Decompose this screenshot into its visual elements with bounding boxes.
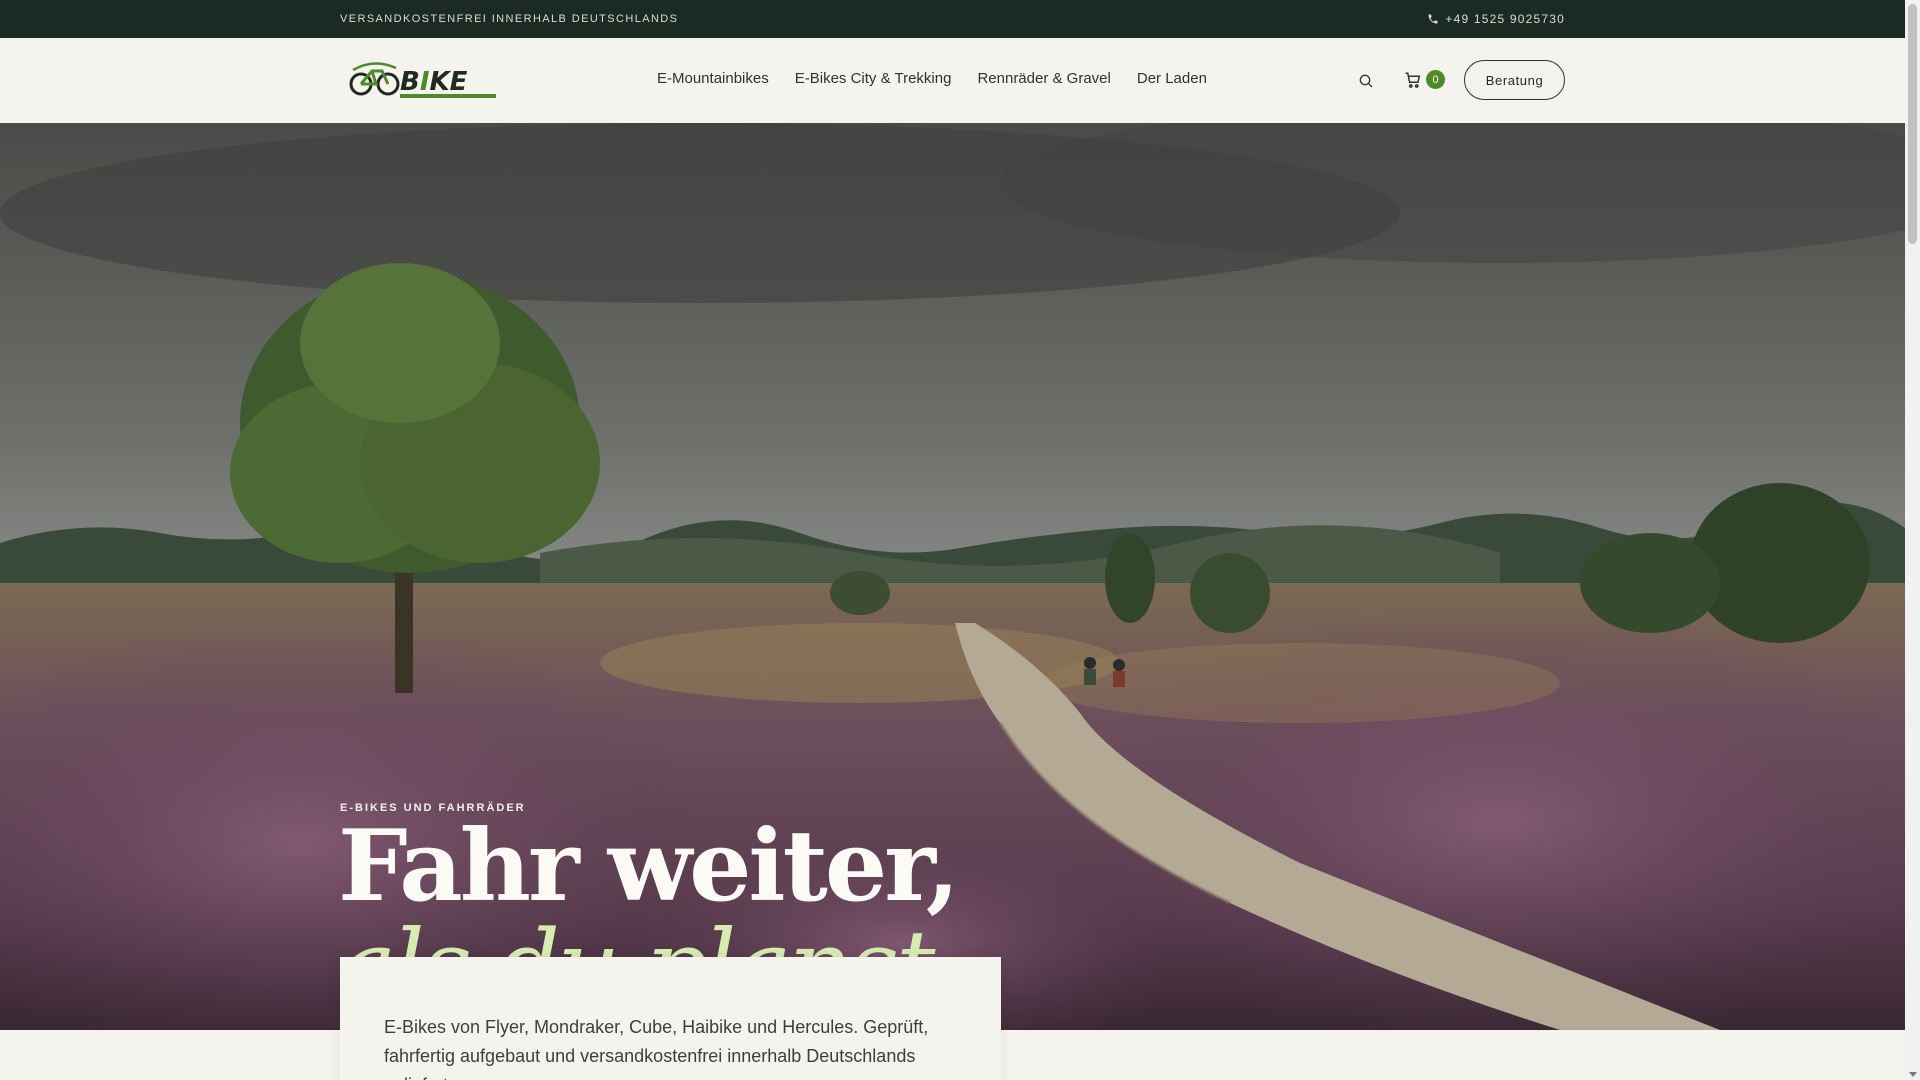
hero-section: E-BIKES UND FAHRRÄDER Fahr weiter, als d…: [0, 123, 1905, 1030]
beratung-button[interactable]: Beratung: [1464, 60, 1565, 100]
hero-headline-line1: Fahr weiter,: [338, 809, 960, 924]
scroll-down-arrow-icon[interactable]: [1909, 1072, 1917, 1077]
cart-icon: [1405, 72, 1421, 88]
intro-text: E-Bikes von Flyer, Mondraker, Cube, Haib…: [384, 1017, 929, 1080]
nav-item-rennraeder-gravel[interactable]: Rennräder & Gravel: [977, 70, 1110, 87]
svg-text:BIKE: BIKE: [400, 67, 468, 97]
main-nav: E-Mountainbikes E-Bikes City & Trekking …: [657, 70, 1207, 87]
search-button[interactable]: [1356, 71, 1376, 91]
phone-link[interactable]: +49 1525 9025730: [1427, 12, 1565, 26]
search-icon: [1359, 74, 1373, 88]
intro-card: E-Bikes von Flyer, Mondraker, Cube, Haib…: [340, 957, 1001, 1080]
cart-button[interactable]: 0: [1404, 70, 1445, 89]
nav-item-der-laden[interactable]: Der Laden: [1137, 70, 1207, 87]
phone-number: +49 1525 9025730: [1445, 12, 1565, 26]
announcement-bar: VERSANDKOSTENFREI INNERHALB DEUTSCHLANDS…: [0, 0, 1905, 38]
nav-item-e-mountainbikes[interactable]: E-Mountainbikes: [657, 70, 769, 87]
nav-item-e-bikes-city-trekking[interactable]: E-Bikes City & Trekking: [795, 70, 952, 87]
page-scrollbar[interactable]: [1905, 0, 1920, 1080]
site-logo[interactable]: BIKE: [348, 56, 498, 104]
bike-logo-icon: BIKE: [349, 62, 496, 98]
phone-icon: [1428, 14, 1438, 24]
scrollbar-thumb[interactable]: [1908, 4, 1917, 244]
shipping-notice: VERSANDKOSTENFREI INNERHALB DEUTSCHLANDS: [340, 13, 679, 25]
cart-count-badge: 0: [1426, 70, 1445, 89]
site-header: BIKE E-Mountainbikes E-Bikes City & Trek…: [0, 38, 1905, 123]
